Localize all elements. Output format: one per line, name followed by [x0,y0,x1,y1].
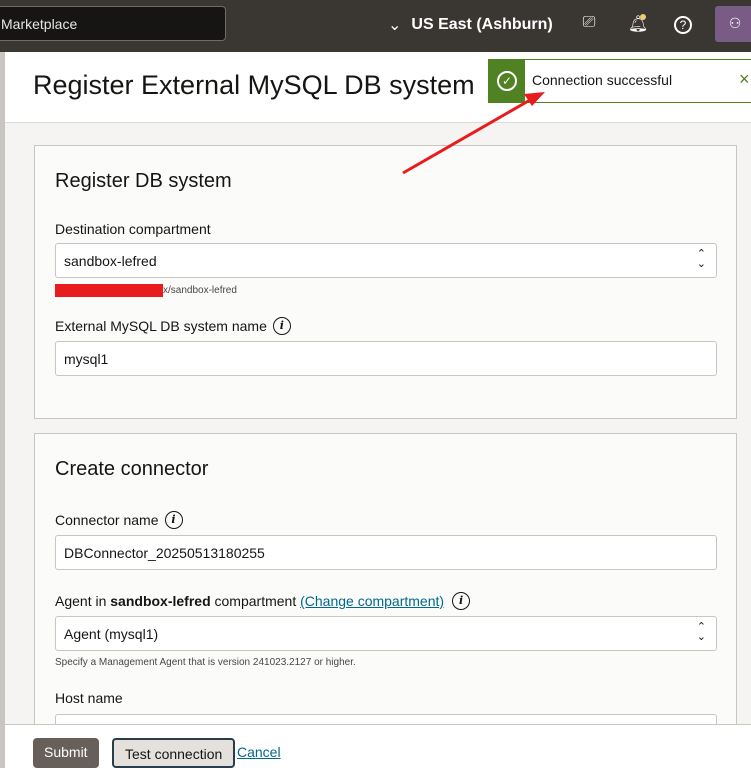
cancel-link[interactable]: Cancel [237,738,292,768]
submit-button[interactable]: Submit [33,738,99,768]
footer-bar: Submit Test connection Cancel [5,724,751,768]
annotation-arrow [402,92,545,175]
test-connection-button[interactable]: Test connection [112,738,236,768]
